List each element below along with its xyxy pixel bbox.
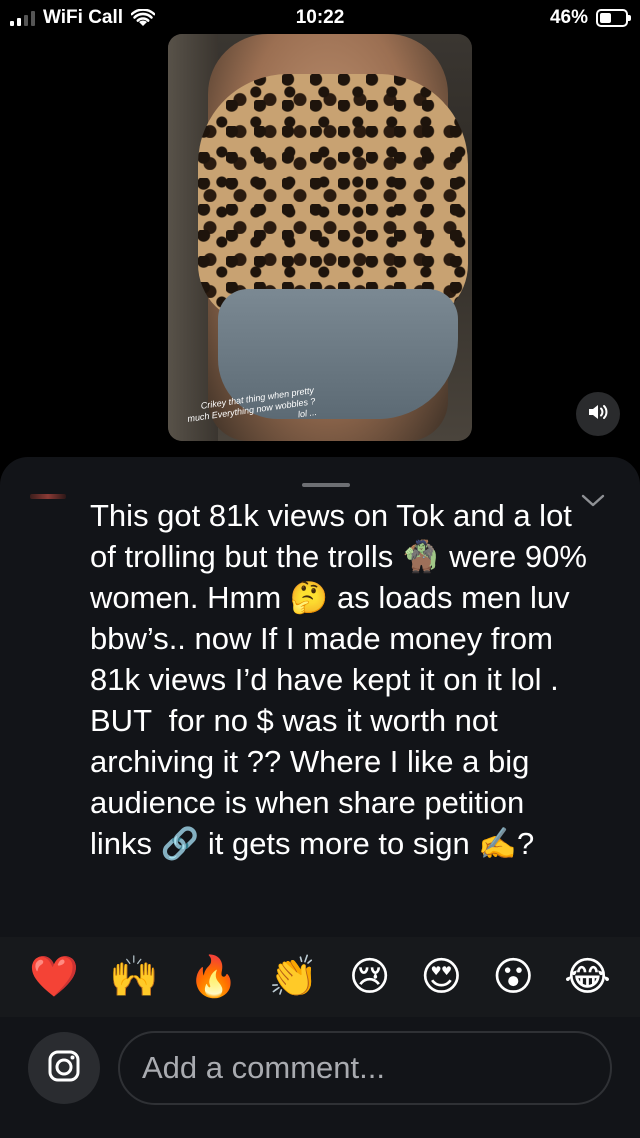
photo-leopard-top xyxy=(198,74,468,324)
camera-icon xyxy=(47,1049,81,1088)
comment-input[interactable] xyxy=(118,1031,612,1105)
battery-icon xyxy=(596,9,631,27)
story-photo[interactable]: Crikey that thing when pretty much Every… xyxy=(168,34,472,441)
status-time: 10:22 xyxy=(295,7,345,28)
reaction-fire[interactable]: 🔥 xyxy=(189,957,239,997)
speaker-muted-icon xyxy=(587,402,609,427)
status-bar: WiFi Call 10:22 46% xyxy=(0,0,640,36)
avatar[interactable] xyxy=(30,494,66,499)
reaction-heart[interactable]: ❤️ xyxy=(29,957,79,997)
status-right: 46% xyxy=(549,7,631,29)
camera-button[interactable] xyxy=(28,1032,100,1104)
sheet-drag-handle[interactable] xyxy=(302,483,350,487)
reaction-raised-hands[interactable]: 🙌 xyxy=(109,957,159,997)
reaction-laughing[interactable]: 😂 xyxy=(564,957,611,997)
comment-sheet: This got 81k views on Tok and a lot of t… xyxy=(0,457,640,1138)
reaction-surprised[interactable]: 😮 xyxy=(492,957,534,997)
comment-text: This got 81k views on Tok and a lot of t… xyxy=(90,498,596,861)
battery-fill xyxy=(600,13,612,23)
mute-button[interactable] xyxy=(576,392,620,436)
reaction-crying[interactable]: 😢 xyxy=(349,957,391,997)
reaction-clapping[interactable]: 👏 xyxy=(269,957,319,997)
reaction-heart-eyes[interactable]: 😍 xyxy=(421,957,463,997)
battery-percent: 46% xyxy=(549,7,588,28)
reaction-bar: ❤️ 🙌 🔥 👏 😢 😍 😮 😂 xyxy=(0,937,640,1017)
